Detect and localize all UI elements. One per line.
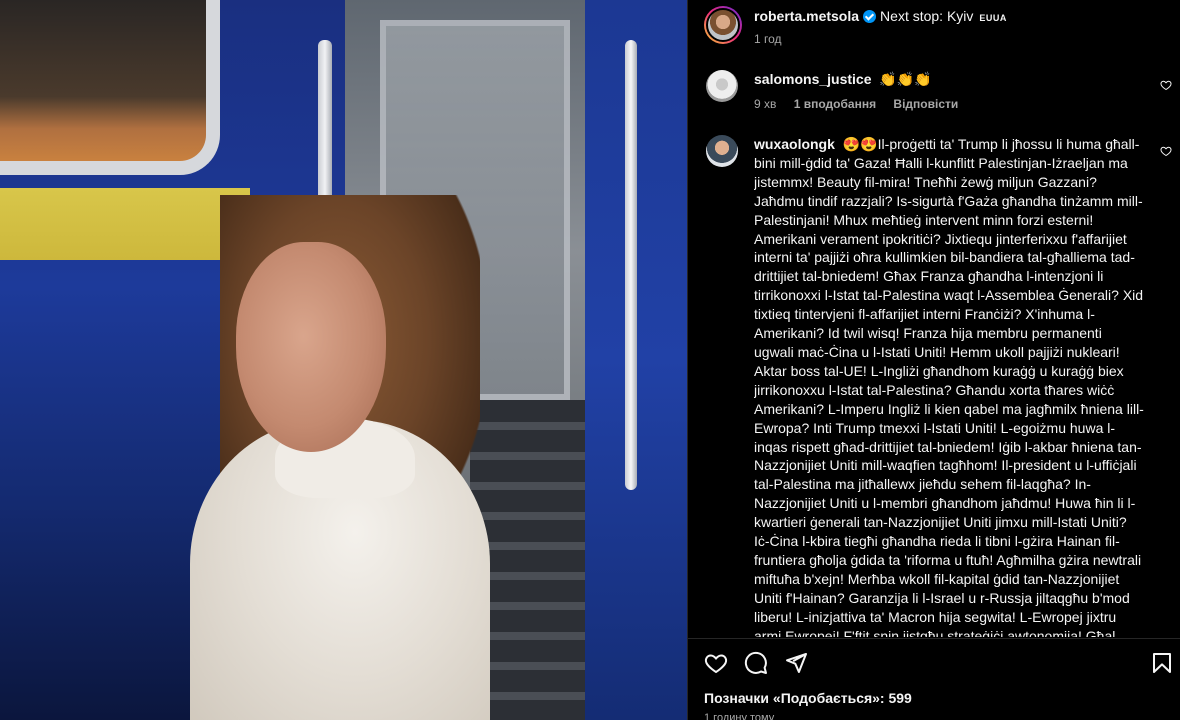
heart-icon[interactable] xyxy=(704,651,728,675)
train-window xyxy=(0,0,220,175)
bookmark-icon[interactable] xyxy=(1150,651,1174,675)
comment-time[interactable]: 9 хв xyxy=(754,97,776,111)
post-view: roberta.metsola Next stop: Kyiv EUUA 1 го… xyxy=(0,0,1180,720)
comment-body: salomons_justice 👏👏👏 xyxy=(754,70,1144,89)
comment-item: salomons_justice 👏👏👏 9 хв 1 вподобання В… xyxy=(754,70,1144,111)
comments-panel: roberta.metsola Next stop: Kyiv EUUA 1 го… xyxy=(687,0,1180,720)
post-photo[interactable] xyxy=(0,0,687,720)
author-username[interactable]: roberta.metsola xyxy=(754,8,859,24)
comment-icon[interactable] xyxy=(744,651,768,675)
comment-text: 😍😍Il-proġetti ta' Trump li jħossu li hum… xyxy=(754,136,1144,637)
comment-meta: 9 хв 1 вподобання Відповісти xyxy=(754,97,1144,111)
comment-body: wuxaolongk 😍😍Il-proġetti ta' Trump li jħ… xyxy=(754,135,1144,637)
person-face xyxy=(236,242,386,452)
post-header: roberta.metsola Next stop: Kyiv EUUA 1 го… xyxy=(688,0,1180,64)
share-icon[interactable] xyxy=(784,651,808,675)
comment-item: wuxaolongk 😍😍Il-proġetti ta' Trump li jħ… xyxy=(754,135,1144,637)
commenter-avatar[interactable] xyxy=(706,70,738,102)
comment-text: 👏👏👏 xyxy=(879,71,932,87)
flag-emoji-text: EUUA xyxy=(979,13,1007,23)
action-bar xyxy=(688,638,1180,686)
post-caption: roberta.metsola Next stop: Kyiv EUUA xyxy=(754,8,1007,24)
handrail-right xyxy=(625,40,637,490)
comment-like-heart-icon[interactable] xyxy=(1160,145,1172,157)
commenter-username[interactable]: wuxaolongk xyxy=(754,136,835,152)
post-timestamp[interactable]: 1 год xyxy=(754,32,782,46)
post-date[interactable]: 1 годину тому xyxy=(704,712,774,720)
likes-count[interactable]: Позначки «Подобається»: 599 xyxy=(704,690,912,706)
verified-badge-icon xyxy=(863,10,877,23)
comment-like-heart-icon[interactable] xyxy=(1160,79,1172,91)
reply-button[interactable]: Відповісти xyxy=(893,97,958,111)
commenter-avatar[interactable] xyxy=(706,135,738,167)
caption-text: Next stop: Kyiv xyxy=(880,8,974,24)
train-yellow-stripe xyxy=(0,188,250,260)
commenter-username[interactable]: salomons_justice xyxy=(754,71,872,87)
author-avatar[interactable] xyxy=(704,6,742,44)
comment-likes-count[interactable]: 1 вподобання xyxy=(794,97,876,111)
